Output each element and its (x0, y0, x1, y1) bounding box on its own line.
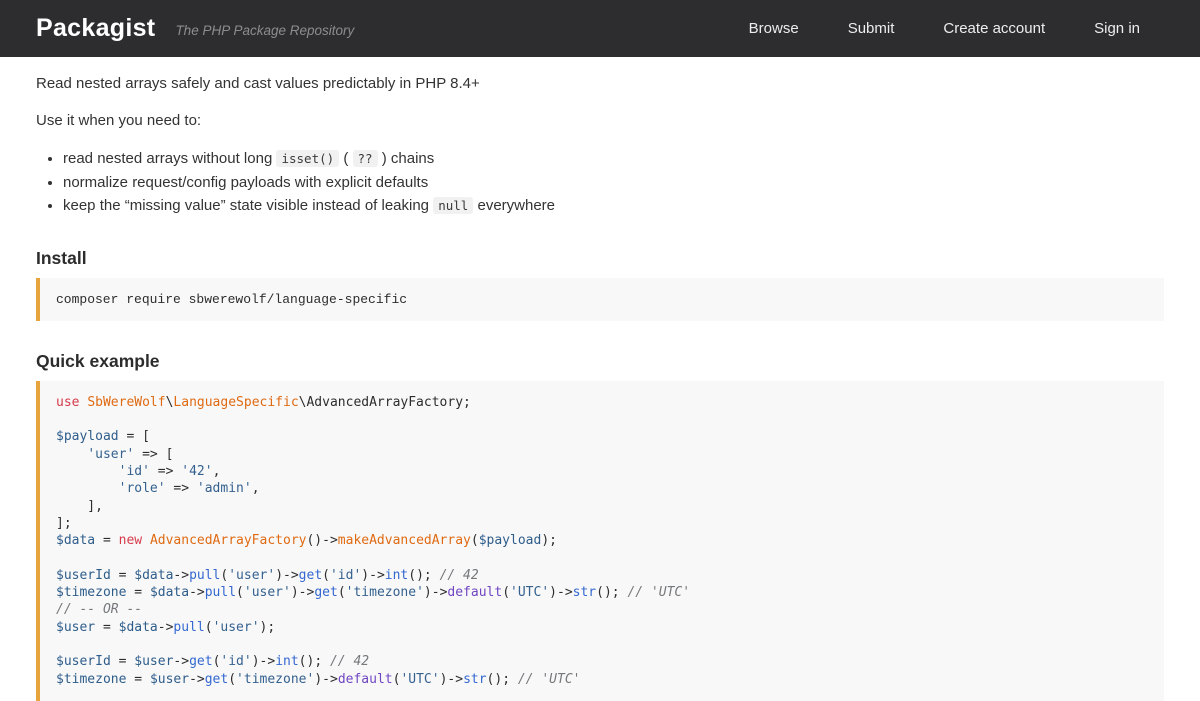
nav-browse[interactable]: Browse (749, 20, 799, 37)
install-heading: Install (36, 248, 1164, 269)
inline-code: ?? (353, 150, 378, 167)
nav-sign-in[interactable]: Sign in (1094, 20, 1140, 37)
inline-code: isset() (276, 150, 339, 167)
main-nav: Browse Submit Create account Sign in (749, 20, 1140, 37)
install-code: composer require sbwerewolf/language-spe… (36, 278, 1164, 321)
install-code-text: composer require sbwerewolf/language-spe… (56, 292, 407, 307)
use-when-text: Use it when you need to: (36, 110, 1164, 131)
site-header: Packagist The PHP Package Repository Bro… (0, 0, 1200, 57)
nav-submit[interactable]: Submit (848, 20, 895, 37)
readme-content: Read nested arrays safely and cast value… (0, 57, 1200, 701)
feature-list: read nested arrays without long isset() … (36, 147, 1164, 218)
feature-item: read nested arrays without long isset() … (63, 147, 1164, 171)
intro-text: Read nested arrays safely and cast value… (36, 73, 1164, 94)
inline-code: null (433, 197, 473, 214)
feature-item: keep the “missing value” state visible i… (63, 194, 1164, 218)
site-tagline: The PHP Package Repository (175, 23, 354, 38)
packagist-logo[interactable]: Packagist (36, 14, 155, 43)
example-heading: Quick example (36, 351, 1164, 372)
feature-item: normalize request/config payloads with e… (63, 171, 1164, 195)
nav-create-account[interactable]: Create account (943, 20, 1045, 37)
example-code: use SbWereWolf\LanguageSpecific\Advanced… (36, 381, 1164, 701)
